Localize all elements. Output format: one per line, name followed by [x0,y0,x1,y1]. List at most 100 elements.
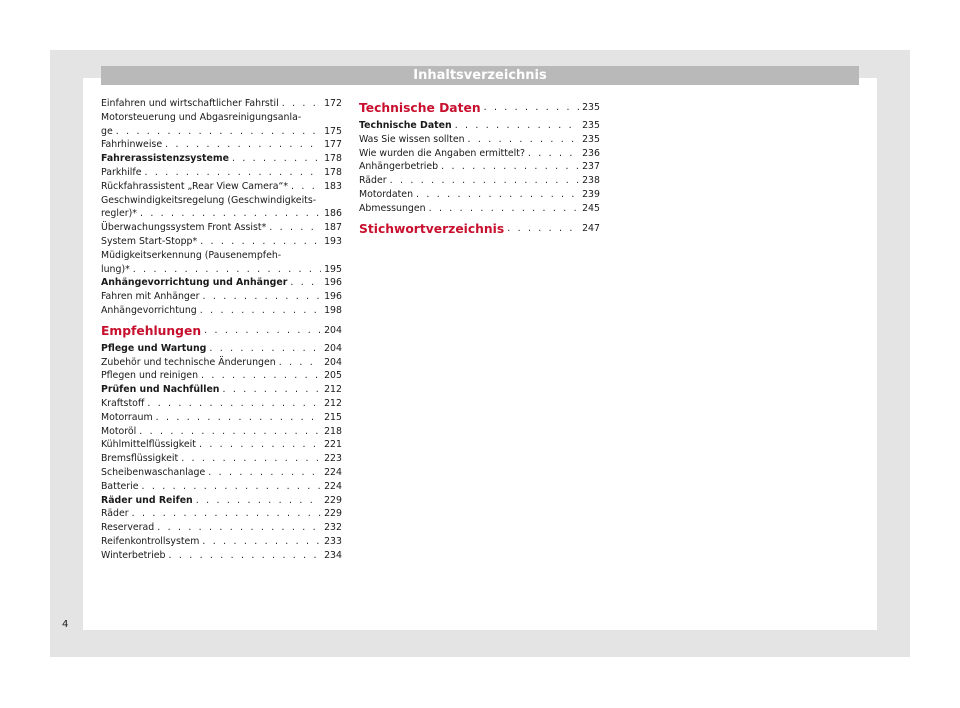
dot-leader [468,133,579,147]
toc-entry[interactable]: Motorraum 215 [101,411,342,425]
dot-leader [201,369,321,383]
toc-entry-title: Was Sie wissen sollten [359,133,465,145]
toc-entry-title: Anhängerbetrieb [359,161,439,173]
toc-chapter-entry[interactable]: Anhängevorrichtung und Anhänger 196 [101,276,342,290]
toc-entry[interactable]: Winterbetrieb 234 [101,549,342,563]
toc-entry-page: 204 [324,324,342,336]
toc-entry-page: 229 [324,494,342,506]
toc-entry-page: 196 [324,277,342,289]
toc-entry-page: 234 [324,549,342,561]
toc-entry[interactable]: Rückfahrassistent „Rear View Camera“* 183 [101,180,342,194]
toc-entry[interactable]: Batterie 224 [101,480,342,494]
toc-entry-last-line: lung)* 195 [101,263,342,277]
dot-leader [147,397,321,411]
dot-leader [484,97,579,119]
toc-entry-page: 237 [582,161,600,173]
toc-entry-page: 187 [324,222,342,234]
toc-entry[interactable]: Anhängevorrichtung 198 [101,304,342,318]
toc-entry[interactable]: Geschwindigkeitsregelung (Geschwindigkei… [101,194,342,222]
toc-chapter-entry[interactable]: Technische Daten 235 [359,119,600,133]
toc-entry-page: 218 [324,425,342,437]
toc-entry-page: 232 [324,522,342,534]
toc-entry[interactable]: Müdigkeitserkennung (Pausenempfeh-lung)*… [101,249,342,277]
toc-entry[interactable]: Fahrhinweise 177 [101,138,342,152]
toc-entry[interactable]: Was Sie wissen sollten 235 [359,133,600,147]
toc-entry-title: Reifenkontrollsystem [101,535,200,547]
toc-entry-page: 178 [324,166,342,178]
toc-entry[interactable]: Motorsteuerung und Abgasreinigungsanla-g… [101,111,342,139]
toc-entry-title-line1: Geschwindigkeitsregelung (Geschwindigkei… [101,194,317,206]
toc-entry[interactable]: Einfahren und wirtschaftlicher Fahrstil 1… [101,97,342,111]
dot-leader [157,521,321,535]
dot-leader [416,188,579,202]
dot-leader [142,480,321,494]
toc-entry-title: Pflege und Wartung [101,342,207,354]
toc-entry[interactable]: Fahren mit Anhänger 196 [101,290,342,304]
toc-entry[interactable]: Räder 229 [101,507,342,521]
dot-leader [156,411,321,425]
toc-entry[interactable]: Wie wurden die Angaben ermittelt? 236 [359,147,600,161]
toc-entry-title-line1: Müdigkeitserkennung (Pausenempfeh- [101,249,282,261]
toc-entry[interactable]: Motordaten 239 [359,188,600,202]
dot-leader [196,494,321,508]
toc-section-heading[interactable]: Stichwortverzeichnis 247 [359,218,600,240]
toc-entry-title: Überwachungssystem Front Assist* [101,222,267,234]
toc-entry-page: 229 [324,508,342,520]
toc-entry-page: 223 [324,453,342,465]
toc-entry-title: Wie wurden die Angaben ermittelt? [359,147,525,159]
dot-leader [291,180,321,194]
toc-entry-page: 212 [324,384,342,396]
toc-entry-page: 221 [324,439,342,451]
toc-entry-page: 215 [324,411,342,423]
dot-leader [200,235,321,249]
dot-leader [200,304,321,318]
toc-entry-title-line2: lung)* [101,263,130,275]
toc-section-heading[interactable]: Technische Daten 235 [359,97,600,119]
toc-entry-page: 239 [582,188,600,200]
toc-entry-title-line1: Motorsteuerung und Abgasreinigungsanla- [101,111,302,123]
dot-leader [133,263,321,277]
toc-entry[interactable]: Pflegen und reinigen 205 [101,369,342,383]
toc-chapter-entry[interactable]: Pflege und Wartung 204 [101,342,342,356]
toc-entry-page: 204 [324,342,342,354]
toc-entry[interactable]: Scheibenwaschanlage 224 [101,466,342,480]
toc-entry[interactable]: Motoröl 218 [101,425,342,439]
toc-entry-title: Pflegen und reinigen [101,370,199,382]
toc-entry-title: Fahrerassistenzsysteme [101,153,229,165]
toc-entry-title: Prüfen und Nachfüllen [101,384,220,396]
toc-chapter-entry[interactable]: Räder und Reifen 229 [101,494,342,508]
toc-entry[interactable]: Parkhilfe 178 [101,166,342,180]
toc-right-column: Technische Daten235Technische Daten235Wa… [359,97,600,240]
toc-entry-title: System Start-Stopp* [101,235,198,247]
dot-leader [199,438,321,452]
toc-entry-page: 196 [324,291,342,303]
page-header: Inhaltsverzeichnis [101,66,859,85]
toc-section-heading[interactable]: Empfehlungen 204 [101,320,342,342]
toc-entry-title: Motordaten [359,188,414,200]
toc-entry-page: 183 [324,180,342,192]
toc-entry[interactable]: Bremsflüssigkeit 223 [101,452,342,466]
toc-entry[interactable]: Reserverad 232 [101,521,342,535]
dot-leader [168,549,321,563]
toc-chapter-entry[interactable]: Prüfen und Nachfüllen 212 [101,383,342,397]
toc-entry-title: Anhängevorrichtung und Anhänger [101,277,288,289]
toc-entry-page: 233 [324,535,342,547]
toc-entry[interactable]: Kraftstoff 212 [101,397,342,411]
toc-chapter-entry[interactable]: Fahrerassistenzsysteme 178 [101,152,342,166]
toc-entry-title: Abmessungen [359,202,426,214]
toc-entry[interactable]: Räder 238 [359,174,600,188]
toc-entry[interactable]: Reifenkontrollsystem 233 [101,535,342,549]
toc-entry-title: Kraftstoff [101,397,145,409]
toc-entry[interactable]: Abmessungen 245 [359,202,600,216]
toc-entry-title: Einfahren und wirtschaftlicher Fahrstil [101,98,279,109]
toc-section-title: Empfehlungen [101,323,202,338]
toc-entry[interactable]: Kühlmittelflüssigkeit 221 [101,438,342,452]
toc-entry-page: 212 [324,397,342,409]
toc-entry[interactable]: Anhängerbetrieb 237 [359,160,600,174]
toc-entry[interactable]: Zubehör und technische Änderungen 204 [101,356,342,370]
toc-entry[interactable]: Überwachungssystem Front Assist* 187 [101,221,342,235]
page-title: Inhaltsverzeichnis [413,68,547,83]
toc-entry-title: Zubehör und technische Änderungen [101,356,276,368]
toc-entry[interactable]: System Start-Stopp* 193 [101,235,342,249]
toc-entry-title: Räder [101,508,129,520]
